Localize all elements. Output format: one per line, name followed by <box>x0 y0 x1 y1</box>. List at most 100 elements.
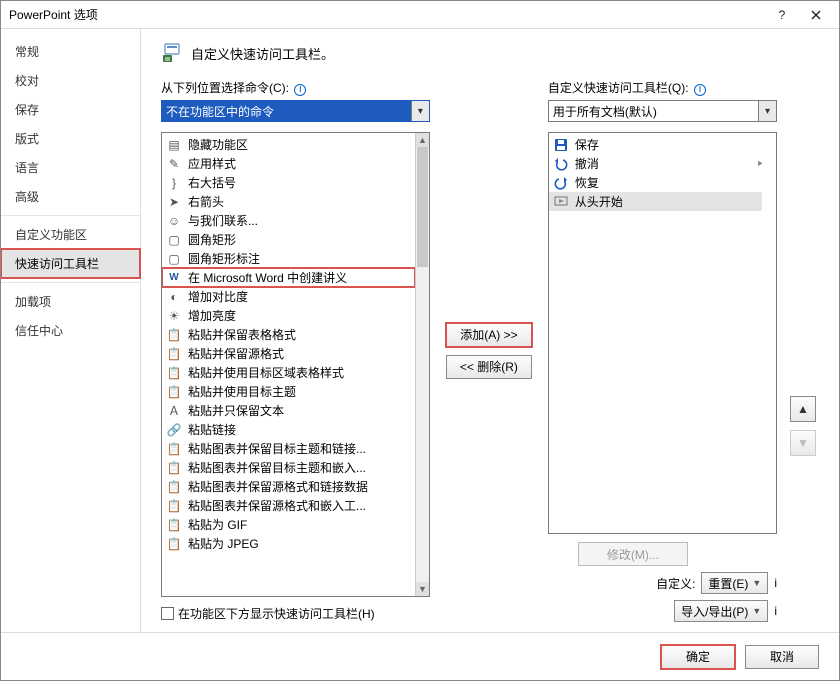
divider <box>1 282 140 283</box>
arrow-right-icon: ➤ <box>166 194 182 210</box>
move-up-button[interactable]: ▲ <box>790 396 816 422</box>
list-item[interactable]: 📋粘贴并使用目标主题 <box>162 382 415 401</box>
info-icon[interactable]: i <box>294 84 306 96</box>
show-below-ribbon-checkbox[interactable] <box>161 607 174 620</box>
paste-text-icon: Ａ <box>166 403 182 419</box>
save-icon <box>553 137 569 153</box>
brace-icon: } <box>166 175 182 191</box>
sidebar-item-save[interactable]: 保存 <box>1 95 140 124</box>
list-item[interactable]: 📋粘贴为 JPEG <box>162 534 415 553</box>
scroll-up-icon[interactable]: ▲ <box>416 133 429 147</box>
divider <box>1 215 140 216</box>
dialog-body: 常规 校对 保存 版式 语言 高级 自定义功能区 快速访问工具栏 加载项 信任中… <box>1 29 839 632</box>
info-icon[interactable]: i <box>694 84 706 96</box>
customize-for-combo[interactable]: 用于所有文档(默认) ▾ <box>548 100 777 122</box>
scroll-thumb[interactable] <box>417 147 428 267</box>
chevron-down-icon: ▼ <box>752 606 761 616</box>
move-down-button[interactable]: ▼ <box>790 430 816 456</box>
sidebar-item-general[interactable]: 常规 <box>1 37 140 66</box>
list-item[interactable]: }右大括号 <box>162 173 415 192</box>
listbox-inner: ▤隐藏功能区 ✎应用样式 }右大括号 ➤右箭头 ☺与我们联系... ▢圆角矩形 … <box>162 133 415 596</box>
list-item[interactable]: ▤隐藏功能区 <box>162 135 415 154</box>
bright-icon: ☀ <box>166 308 182 324</box>
sidebar-item-layout[interactable]: 版式 <box>1 124 140 153</box>
import-export-dropdown[interactable]: 导入/导出(P)▼ <box>674 600 768 622</box>
chevron-down-icon: ▼ <box>752 578 761 588</box>
link-icon: 🔗 <box>166 422 182 438</box>
add-button[interactable]: 添加(A) >> <box>446 323 532 347</box>
reset-dropdown[interactable]: 重置(E)▼ <box>701 572 768 594</box>
list-item[interactable]: Ａ粘贴并只保留文本 <box>162 401 415 420</box>
contrast-icon: ◐ <box>166 289 182 305</box>
help-button[interactable]: ? <box>765 1 799 29</box>
cancel-button[interactable]: 取消 <box>745 645 819 669</box>
sidebar-item-proofing[interactable]: 校对 <box>1 66 140 95</box>
list-item[interactable]: 🔗粘贴链接 <box>162 420 415 439</box>
brush-icon: ✎ <box>166 156 182 172</box>
list-item[interactable]: ▢圆角矩形 <box>162 230 415 249</box>
list-item[interactable]: ☺与我们联系... <box>162 211 415 230</box>
chevron-down-icon: ▾ <box>411 101 429 121</box>
paste-icon: 📋 <box>166 441 182 457</box>
list-item[interactable]: 📋粘贴为 GIF <box>162 515 415 534</box>
scroll-down-icon[interactable]: ▼ <box>416 582 429 596</box>
paste-icon: 📋 <box>166 460 182 476</box>
paste-icon: 📋 <box>166 327 182 343</box>
hide-icon: ▤ <box>166 137 182 153</box>
two-column-area: 从下列位置选择命令(C): i 不在功能区中的命令 ▾ ▤隐藏功能区 ✎应用样式… <box>161 79 819 622</box>
info-icon[interactable]: i <box>774 604 777 618</box>
list-item[interactable]: ➤右箭头 <box>162 192 415 211</box>
section-header: 自定义快速访问工具栏。 <box>161 41 819 65</box>
list-item-word-handouts[interactable]: W在 Microsoft Word 中创建讲义 <box>162 268 415 287</box>
ok-button[interactable]: 确定 <box>661 645 735 669</box>
list-item-redo[interactable]: 恢复 <box>549 173 762 192</box>
sidebar-item-language[interactable]: 语言 <box>1 153 140 182</box>
left-column: 从下列位置选择命令(C): i 不在功能区中的命令 ▾ ▤隐藏功能区 ✎应用样式… <box>161 79 430 622</box>
list-item[interactable]: 📋粘贴并保留表格格式 <box>162 325 415 344</box>
show-below-ribbon-row: 在功能区下方显示快速访问工具栏(H) <box>161 605 430 622</box>
paste-icon: 📋 <box>166 384 182 400</box>
qat-listbox[interactable]: 保存 撤消▸ 恢复 从头开始 <box>548 132 777 534</box>
content-pane: 自定义快速访问工具栏。 从下列位置选择命令(C): i 不在功能区中的命令 ▾ <box>141 29 839 632</box>
sidebar-item-trust[interactable]: 信任中心 <box>1 316 140 345</box>
choose-commands-combo[interactable]: 不在功能区中的命令 ▾ <box>161 100 430 122</box>
paste-icon: 📋 <box>166 517 182 533</box>
listbox-inner: 保存 撤消▸ 恢复 从头开始 <box>549 133 762 533</box>
list-item[interactable]: 📋粘贴并保留源格式 <box>162 344 415 363</box>
remove-button[interactable]: << 删除(R) <box>446 355 532 379</box>
list-item[interactable]: ◐增加对比度 <box>162 287 415 306</box>
commands-listbox[interactable]: ▤隐藏功能区 ✎应用样式 }右大括号 ➤右箭头 ☺与我们联系... ▢圆角矩形 … <box>161 132 430 597</box>
list-item[interactable]: ▢圆角矩形标注 <box>162 249 415 268</box>
list-item[interactable]: 📋粘贴图表并保留源格式和嵌入工... <box>162 496 415 515</box>
list-item-undo[interactable]: 撤消▸ <box>549 154 762 173</box>
scrollbar[interactable]: ▲ ▼ <box>415 133 429 596</box>
right-combo-label: 自定义快速访问工具栏(Q): i <box>548 79 777 96</box>
list-item[interactable]: 📋粘贴图表并保留源格式和链接数据 <box>162 477 415 496</box>
sidebar-item-addins[interactable]: 加载项 <box>1 287 140 316</box>
list-item[interactable]: 📋粘贴并使用目标区域表格样式 <box>162 363 415 382</box>
close-button[interactable] <box>799 1 833 29</box>
list-item[interactable]: ☀增加亮度 <box>162 306 415 325</box>
paste-icon: 📋 <box>166 365 182 381</box>
callout-icon: ▢ <box>166 251 182 267</box>
sidebar-item-customize-ribbon[interactable]: 自定义功能区 <box>1 220 140 249</box>
sidebar-item-qat[interactable]: 快速访问工具栏 <box>1 249 140 278</box>
list-item[interactable]: ✎应用样式 <box>162 154 415 173</box>
info-icon[interactable]: i <box>774 576 777 590</box>
expand-arrow-icon: ▸ <box>758 158 762 169</box>
list-item[interactable]: 📋粘贴图表并保留目标主题和嵌入... <box>162 458 415 477</box>
dialog-footer: 确定 取消 <box>1 632 839 680</box>
paste-icon: 📋 <box>166 479 182 495</box>
below-right-controls: 修改(M)... 自定义: 重置(E)▼ i 导入/导出(P)▼ i <box>548 542 777 622</box>
redo-icon <box>553 175 569 191</box>
options-dialog: PowerPoint 选项 ? 常规 校对 保存 版式 语言 高级 自定义功能区… <box>0 0 840 681</box>
list-item[interactable]: 📋粘贴图表并保留目标主题和链接... <box>162 439 415 458</box>
list-item-from-beginning[interactable]: 从头开始 <box>549 192 762 211</box>
list-item-save[interactable]: 保存 <box>549 135 762 154</box>
paste-icon: 📋 <box>166 346 182 362</box>
modify-button[interactable]: 修改(M)... <box>578 542 688 566</box>
paste-icon: 📋 <box>166 498 182 514</box>
contact-icon: ☺ <box>166 213 182 229</box>
sidebar-item-advanced[interactable]: 高级 <box>1 182 140 211</box>
word-icon: W <box>166 270 182 286</box>
